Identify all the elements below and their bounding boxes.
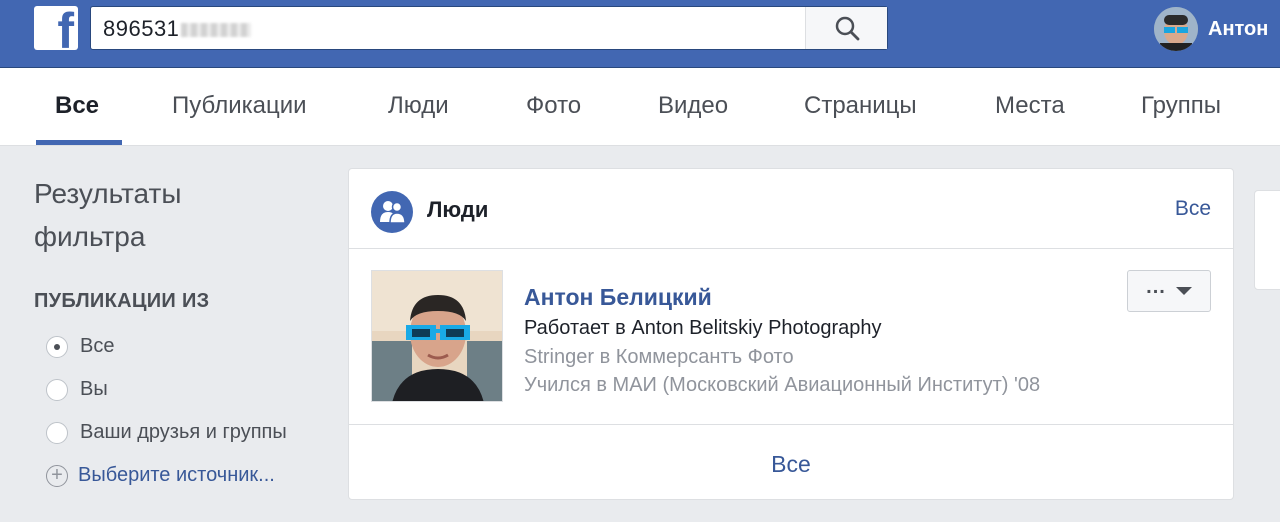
person-job: Stringer в Коммерсантъ Фото (524, 346, 794, 368)
plus-circle-icon: + (46, 464, 68, 487)
filter-title: Результаты фильтра (34, 178, 182, 252)
radio-button[interactable] (46, 421, 68, 444)
person-education: Учился в МАИ (Московский Авиационный Инс… (524, 374, 1041, 396)
filter-section-heading: ПУБЛИКАЦИИ ИЗ (34, 290, 210, 312)
facebook-logo-icon[interactable]: f (34, 6, 78, 50)
right-column-card-partial (1254, 190, 1280, 290)
filter-option-friends-groups[interactable]: Ваши друзья и группы (46, 421, 287, 444)
avatar[interactable] (1154, 7, 1198, 51)
person-photo[interactable] (371, 270, 503, 402)
card-title: Люди (427, 197, 489, 222)
search-icon (835, 16, 859, 41)
see-all-link[interactable]: Все (1175, 197, 1211, 221)
search-button[interactable] (805, 7, 887, 49)
more-options-button[interactable]: ... (1127, 270, 1211, 312)
filter-option-you[interactable]: Вы (46, 378, 108, 401)
people-results-card: Люди Все Антон Белицкий Работает в Anton… (348, 168, 1234, 500)
active-tab-indicator (36, 140, 122, 145)
filter-option-label: Вы (80, 378, 108, 400)
caret-down-icon (1175, 287, 1192, 295)
more-dots-icon: ... (1146, 276, 1166, 298)
card-header: Люди Все (349, 169, 1233, 249)
choose-source-link[interactable]: + Выберите источник... (46, 464, 275, 487)
tab-pages[interactable]: Страницы (804, 92, 917, 120)
search-box[interactable]: 896531 (90, 6, 888, 50)
choose-source-label[interactable]: Выберите источник... (78, 464, 275, 487)
tab-all[interactable]: Все (55, 92, 99, 120)
filter-option-label: Ваши друзья и группы (80, 421, 287, 443)
user-name[interactable]: Антон (1208, 18, 1268, 41)
filter-option-label: Все (80, 335, 115, 357)
tab-photos[interactable]: Фото (526, 92, 581, 120)
filter-option-all[interactable]: Все (46, 335, 114, 358)
see-all-people-link[interactable]: Все (349, 451, 1233, 478)
tab-videos[interactable]: Видео (658, 92, 728, 120)
person-work: Работает в Anton Belitskiy Photography (524, 317, 882, 339)
card-footer: Все (349, 424, 1233, 500)
search-input[interactable]: 896531 (103, 16, 252, 42)
radio-button[interactable] (46, 335, 68, 358)
search-tabs: Все Публикации Люди Фото Видео Страницы … (0, 68, 1280, 146)
tab-groups[interactable]: Группы (1141, 92, 1221, 120)
people-icon (371, 191, 413, 233)
tab-places[interactable]: Места (995, 92, 1065, 120)
tab-posts[interactable]: Публикации (172, 92, 307, 120)
radio-button[interactable] (46, 378, 68, 401)
person-name-link[interactable]: Антон Белицкий (524, 284, 712, 311)
tab-people[interactable]: Люди (388, 92, 449, 120)
profile-link[interactable]: Антон (1154, 7, 1268, 51)
search-redacted-blur (181, 23, 252, 38)
top-bar: f 896531 Антон (0, 0, 1280, 68)
